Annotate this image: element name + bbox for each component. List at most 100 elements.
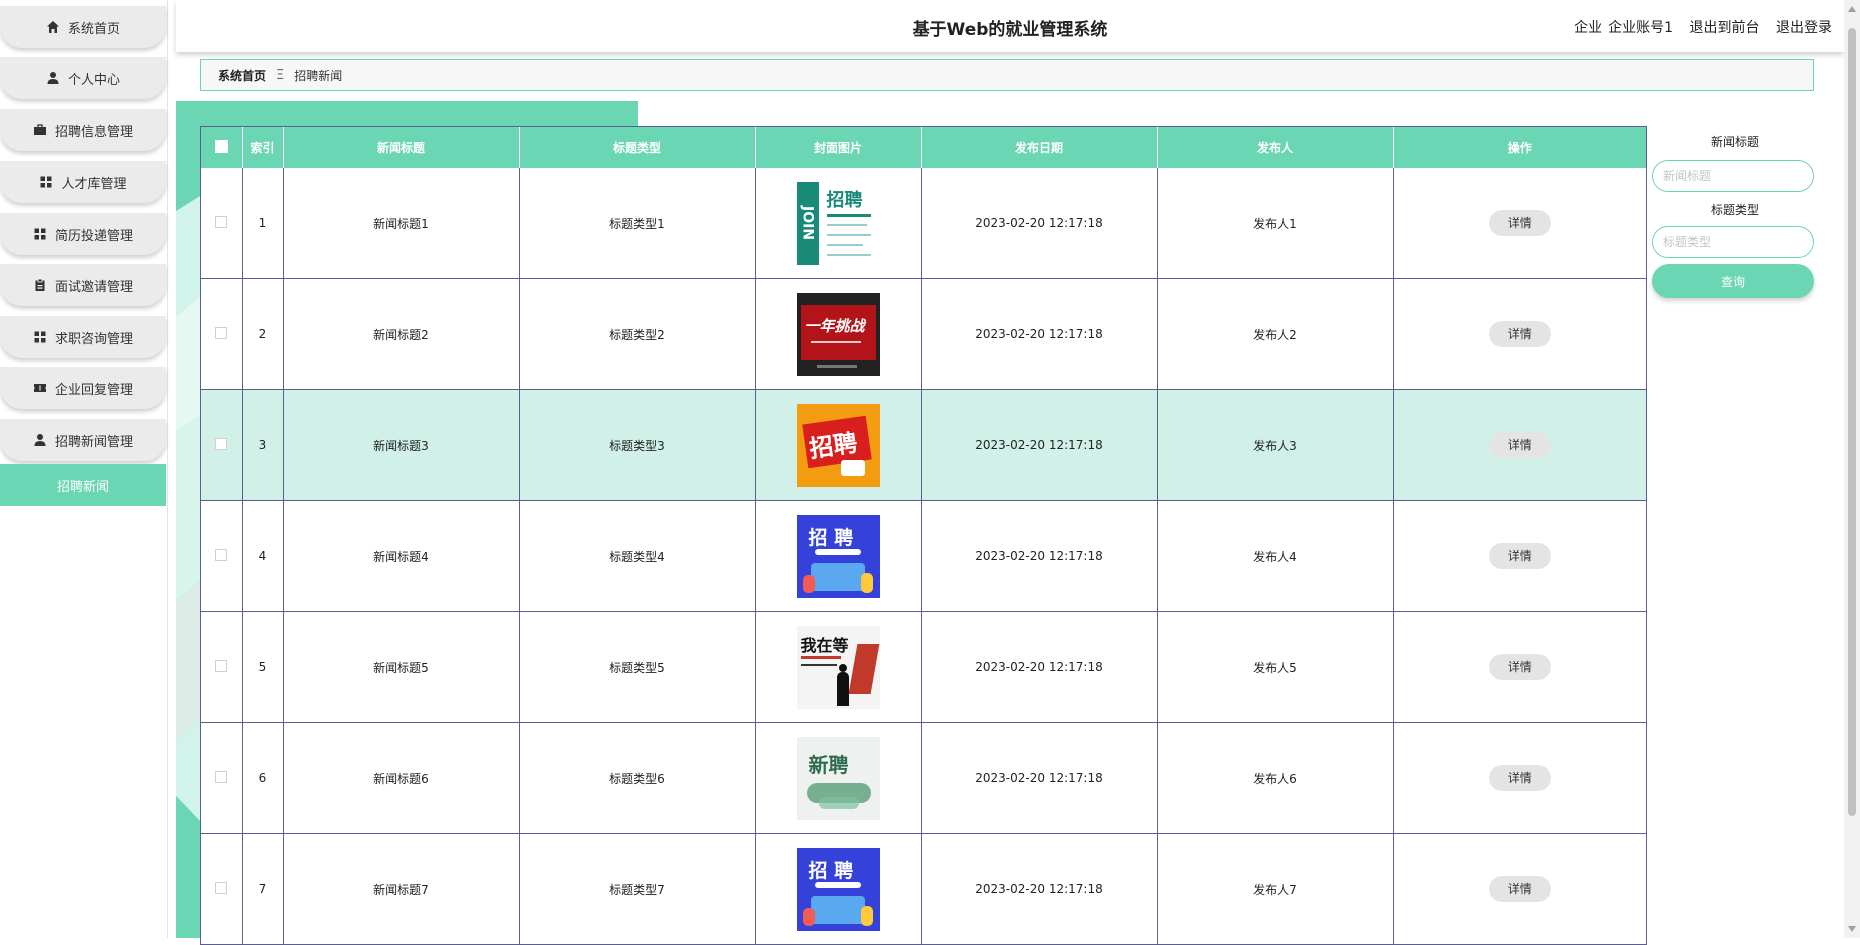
sidebar-item-job-info[interactable]: 招聘信息管理 — [0, 109, 166, 151]
sidebar-item-resume[interactable]: 简历投递管理 — [0, 213, 166, 255]
sidebar-item-interview[interactable]: 面试邀请管理 — [0, 264, 166, 306]
cell-date: 2023-02-20 12:17:18 — [921, 389, 1158, 501]
cover-image[interactable]: 新聘 — [796, 736, 880, 820]
table-row[interactable]: 6 新闻标题6 标题类型6 新聘 2023-02-20 12:17:18 发布人… — [201, 722, 1646, 834]
sidebar: 系统首页 个人中心 招聘信息管理 人才库管理 简历投递管理 面试邀请管理 求职咨… — [0, 0, 168, 938]
scroll-down-arrow-icon[interactable] — [1848, 926, 1856, 932]
cell-date: 2023-02-20 12:17:18 — [921, 278, 1158, 390]
cell-title: 新闻标题1 — [283, 168, 520, 279]
scroll-up-arrow-icon[interactable] — [1848, 6, 1856, 12]
cell-title: 新闻标题7 — [283, 833, 520, 945]
table-header-row: 索引 新闻标题 标题类型 封面图片 发布日期 发布人 操作 — [201, 127, 1646, 168]
detail-button[interactable]: 详情 — [1488, 321, 1551, 347]
cover-image[interactable]: 一年挑战 — [796, 292, 880, 376]
row-checkbox[interactable] — [215, 659, 228, 672]
sidebar-item-label: 企业回复管理 — [54, 382, 133, 398]
cover-text: 我在等 — [800, 635, 849, 655]
cell-title: 新闻标题2 — [283, 278, 520, 390]
detail-button[interactable]: 详情 — [1488, 543, 1551, 569]
detail-button[interactable]: 详情 — [1488, 210, 1551, 236]
table-row[interactable]: 3 新闻标题3 标题类型3 招聘 2023-02-20 12:17:18 发布人… — [201, 389, 1646, 501]
cell-type: 标题类型1 — [519, 168, 756, 279]
sidebar-item-label: 简历投递管理 — [54, 228, 133, 244]
sidebar-item-reply[interactable]: 企业回复管理 — [0, 367, 166, 409]
cell-index: 1 — [242, 168, 284, 279]
title-type-input[interactable] — [1652, 226, 1814, 258]
cell-type: 标题类型3 — [519, 389, 756, 501]
column-header-action: 操作 — [1393, 127, 1646, 168]
sidebar-item-label: 个人中心 — [67, 72, 120, 88]
table-row[interactable]: 5 新闻标题5 标题类型5 我在等 2023-02-20 12:17:18 发布… — [201, 611, 1646, 723]
user-icon — [33, 433, 47, 447]
news-title-input[interactable] — [1652, 160, 1814, 192]
sidebar-item-profile[interactable]: 个人中心 — [0, 57, 166, 99]
cover-image[interactable]: 招聘 — [796, 403, 880, 487]
cell-date: 2023-02-20 12:17:18 — [921, 500, 1158, 612]
column-header-date: 发布日期 — [921, 127, 1158, 168]
sidebar-item-label: 招聘信息管理 — [54, 124, 133, 140]
breadcrumb: 系统首页 Ξ 招聘新闻 — [200, 59, 1814, 91]
column-header-cover: 封面图片 — [755, 127, 922, 168]
detail-button[interactable]: 详情 — [1488, 765, 1551, 791]
title-type-label: 标题类型 — [1710, 203, 1759, 217]
cell-date: 2023-02-20 12:17:18 — [921, 168, 1158, 279]
row-checkbox[interactable] — [215, 770, 228, 783]
cell-index: 6 — [242, 722, 284, 834]
page-scrollbar[interactable] — [1844, 0, 1860, 938]
cover-text: 招 聘 — [808, 859, 854, 882]
search-button[interactable]: 查询 — [1652, 264, 1814, 298]
row-checkbox[interactable] — [215, 437, 228, 450]
cell-title: 新闻标题6 — [283, 722, 520, 834]
sidebar-item-news-manage[interactable]: 招聘新闻管理 — [0, 419, 166, 461]
cell-type: 标题类型4 — [519, 500, 756, 612]
cell-type: 标题类型7 — [519, 833, 756, 945]
detail-button[interactable]: 详情 — [1488, 654, 1551, 680]
row-checkbox[interactable] — [215, 215, 228, 228]
row-checkbox[interactable] — [215, 881, 228, 894]
cell-index: 2 — [242, 278, 284, 390]
column-header-index: 索引 — [242, 127, 284, 168]
user-menu: 企业 企业账号1 退出到前台 退出登录 — [1562, 17, 1832, 37]
role-label: 企业 — [1574, 20, 1603, 36]
cover-text: 一年挑战 — [804, 316, 865, 335]
cell-type: 标题类型5 — [519, 611, 756, 723]
cell-title: 新闻标题4 — [283, 500, 520, 612]
sidebar-item-home[interactable]: 系统首页 — [0, 6, 166, 48]
detail-button[interactable]: 详情 — [1488, 432, 1551, 458]
cover-image[interactable]: 招 聘 — [796, 847, 880, 931]
account-label: 企业账号1 — [1608, 20, 1674, 36]
sidebar-item-label: 面试邀请管理 — [54, 279, 133, 295]
table-row[interactable]: 4 新闻标题4 标题类型4 招 聘 2023-02-20 12:17:18 发布… — [201, 500, 1646, 612]
sidebar-item-consult[interactable]: 求职咨询管理 — [0, 316, 166, 358]
select-all-checkbox[interactable] — [214, 139, 228, 153]
table-row[interactable]: 7 新闻标题7 标题类型7 招 聘 2023-02-20 12:17:18 发布… — [201, 833, 1646, 945]
cell-index: 7 — [242, 833, 284, 945]
table-row[interactable]: 1 新闻标题1 标题类型1 JOIN 招聘 2023-02-20 12:17:1… — [201, 168, 1646, 279]
sidebar-item-talent-pool[interactable]: 人才库管理 — [0, 161, 166, 203]
cell-date: 2023-02-20 12:17:18 — [921, 722, 1158, 834]
cover-image[interactable]: 招 聘 — [796, 514, 880, 598]
row-checkbox[interactable] — [215, 326, 228, 339]
breadcrumb-current: 招聘新闻 — [294, 68, 343, 83]
breadcrumb-separator: Ξ — [276, 67, 285, 83]
scroll-thumb[interactable] — [1848, 28, 1856, 816]
grid-icon — [39, 175, 53, 189]
sidebar-item-news[interactable]: 招聘新闻 — [0, 464, 166, 506]
cell-publisher: 发布人3 — [1157, 389, 1394, 501]
back-to-front-link[interactable]: 退出到前台 — [1690, 20, 1760, 36]
detail-button[interactable]: 详情 — [1488, 876, 1551, 902]
cover-image[interactable]: 我在等 — [796, 625, 880, 709]
cell-publisher: 发布人4 — [1157, 500, 1394, 612]
select-all-header[interactable] — [201, 127, 243, 168]
news-table: 索引 新闻标题 标题类型 封面图片 发布日期 发布人 操作 1 新闻标题1 标题… — [200, 126, 1647, 945]
cell-publisher: 发布人1 — [1157, 168, 1394, 279]
breadcrumb-home[interactable]: 系统首页 — [218, 67, 266, 84]
grid-icon — [33, 330, 47, 344]
cell-publisher: 发布人2 — [1157, 278, 1394, 390]
cell-title: 新闻标题3 — [283, 389, 520, 501]
logout-link[interactable]: 退出登录 — [1776, 20, 1832, 36]
row-checkbox[interactable] — [215, 548, 228, 561]
top-bar: 基于Web的就业管理系统 企业 企业账号1 退出到前台 退出登录 — [176, 0, 1844, 52]
cover-image[interactable]: JOIN 招聘 — [796, 181, 880, 265]
table-row[interactable]: 2 新闻标题2 标题类型2 一年挑战 2023-02-20 12:17:18 发… — [201, 278, 1646, 390]
